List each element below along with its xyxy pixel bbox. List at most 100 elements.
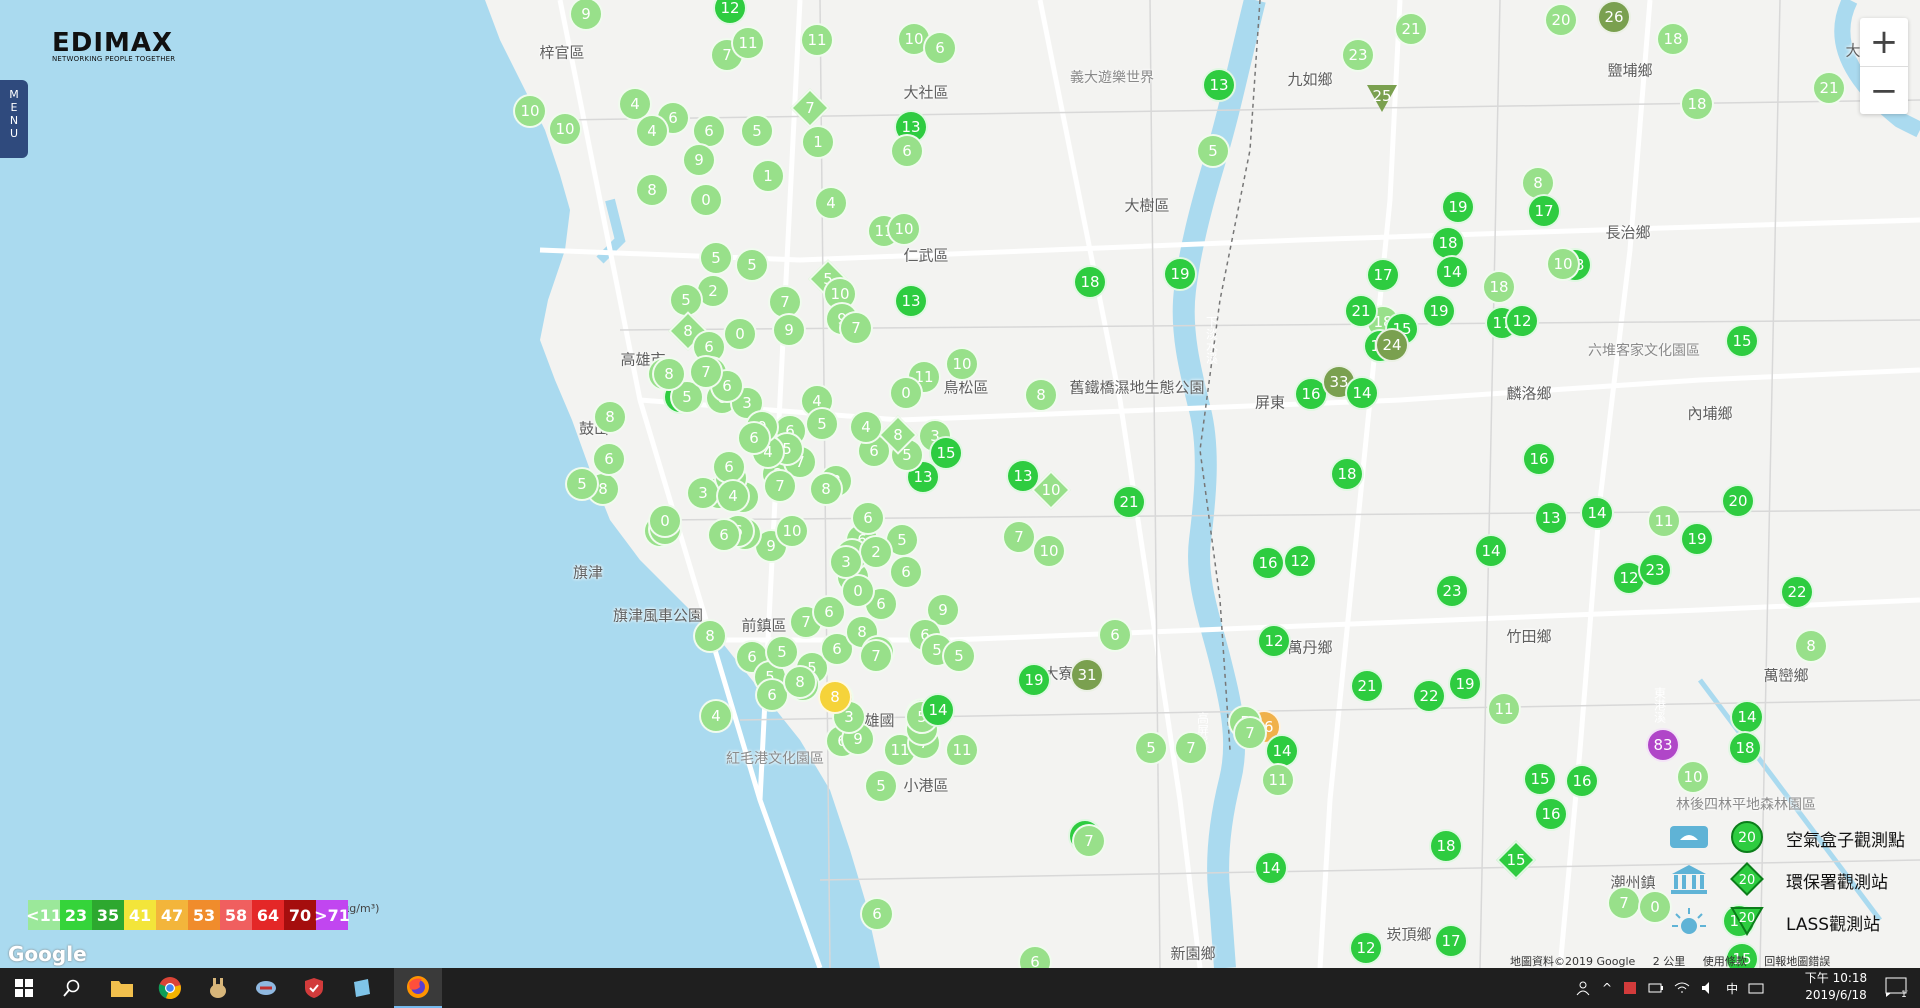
airbox-marker[interactable]: 5 — [765, 635, 799, 669]
airbox-marker[interactable]: 6 — [923, 31, 957, 65]
airbox-marker[interactable]: 8 — [809, 472, 843, 506]
tray-expand-icon[interactable]: ^ — [1602, 981, 1612, 995]
airbox-marker[interactable]: 7 — [1002, 520, 1036, 554]
airbox-marker[interactable]: 7 — [1072, 824, 1106, 858]
airbox-marker[interactable]: 8 — [635, 173, 669, 207]
airbox-marker[interactable]: 19 — [1680, 522, 1714, 556]
airbox-marker[interactable]: 17 — [1434, 924, 1468, 958]
airbox-marker[interactable]: 10 — [548, 112, 582, 146]
airbox-marker[interactable]: 12 — [1505, 304, 1539, 338]
airbox-marker[interactable]: 0 — [889, 376, 923, 410]
airbox-marker[interactable]: 14 — [1730, 700, 1764, 734]
airbox-marker[interactable]: 6 — [889, 555, 923, 589]
airbox-marker[interactable]: 5 — [1134, 731, 1168, 765]
airbox-marker[interactable]: 14 — [921, 693, 955, 727]
security-icon[interactable] — [1622, 980, 1638, 996]
airbox-marker[interactable]: 26 — [1597, 0, 1631, 34]
taskbar-file-explorer[interactable] — [98, 968, 146, 1008]
airbox-marker[interactable]: 10 — [887, 212, 921, 246]
airbox-marker[interactable]: 14 — [1580, 496, 1614, 530]
airbox-marker[interactable]: 5 — [864, 769, 898, 803]
airbox-marker[interactable]: 7 — [1233, 716, 1267, 750]
map-canvas[interactable]: 梓官區大社區義大遊樂世界九如鄉鹽埔鄉大路關仁武區大樹區長治鄉六堆客家文化園區高雄… — [0, 0, 1920, 968]
airbox-marker[interactable]: 11 — [945, 733, 979, 767]
airbox-marker[interactable]: 19 — [1448, 667, 1482, 701]
airbox-marker[interactable]: 4 — [849, 410, 883, 444]
airbox-marker[interactable]: 16 — [1565, 764, 1599, 798]
zoom-out-button[interactable]: − — [1860, 67, 1908, 115]
airbox-marker[interactable]: 18 — [1429, 829, 1463, 863]
airbox-marker[interactable]: 6 — [851, 501, 885, 535]
airbox-marker[interactable]: 83 — [1646, 728, 1680, 762]
airbox-marker[interactable]: 10 — [945, 347, 979, 381]
airbox-marker[interactable]: 5 — [699, 241, 733, 275]
airbox-marker[interactable]: 14 — [1435, 255, 1469, 289]
airbox-marker[interactable]: 14 — [1345, 376, 1379, 410]
airbox-marker[interactable]: 11 — [1261, 763, 1295, 797]
airbox-marker[interactable]: 9 — [682, 143, 716, 177]
airbox-marker[interactable]: 7 — [1174, 731, 1208, 765]
wifi-icon[interactable] — [1674, 980, 1690, 996]
airbox-marker[interactable]: 19 — [1163, 257, 1197, 291]
airbox-marker[interactable]: 20 — [1721, 484, 1755, 518]
airbox-marker[interactable]: 3 — [829, 545, 863, 579]
airbox-marker[interactable]: 4 — [716, 479, 750, 513]
airbox-marker[interactable]: 9 — [772, 313, 806, 347]
airbox-marker[interactable]: 5 — [1196, 134, 1230, 168]
airbox-marker[interactable]: 17 — [1366, 258, 1400, 292]
airbox-marker[interactable]: 11 — [1487, 692, 1521, 726]
airbox-marker[interactable]: 18 — [1482, 270, 1516, 304]
airbox-marker[interactable]: 0 — [841, 574, 875, 608]
airbox-marker[interactable]: 6 — [890, 134, 924, 168]
airbox-marker[interactable]: 16 — [1251, 546, 1285, 580]
airbox-marker[interactable]: 5 — [942, 639, 976, 673]
airbox-marker[interactable]: 8 — [1024, 378, 1058, 412]
lass-station-marker[interactable]: 25 — [1365, 83, 1399, 117]
airbox-marker[interactable]: 18 — [1728, 731, 1762, 765]
airbox-marker[interactable]: 7 — [763, 469, 797, 503]
epa-station-marker[interactable]: 10 — [1031, 470, 1071, 510]
airbox-marker[interactable]: 15 — [1523, 762, 1557, 796]
airbox-marker[interactable]: 14 — [1474, 534, 1508, 568]
airbox-marker[interactable]: 18 — [1330, 457, 1364, 491]
airbox-marker[interactable]: 22 — [1412, 679, 1446, 713]
taskbar-chrome[interactable] — [146, 968, 194, 1008]
airbox-marker[interactable]: 6 — [1098, 618, 1132, 652]
battery-icon[interactable] — [1648, 980, 1664, 996]
airbox-marker[interactable]: 7 — [689, 355, 723, 389]
taskbar-app-4[interactable] — [338, 968, 386, 1008]
airbox-marker[interactable]: 1 — [801, 125, 835, 159]
report-error-link[interactable]: 回報地圖錯誤 — [1764, 955, 1830, 968]
airbox-marker[interactable]: 4 — [635, 114, 669, 148]
airbox-marker[interactable]: 21 — [1112, 485, 1146, 519]
airbox-marker[interactable]: 14 — [1254, 851, 1288, 885]
airbox-marker[interactable]: 18 — [1656, 22, 1690, 56]
airbox-marker[interactable]: 6 — [860, 897, 894, 931]
airbox-marker[interactable]: 8 — [818, 680, 852, 714]
taskbar-app-1[interactable] — [194, 968, 242, 1008]
people-icon[interactable] — [1576, 980, 1592, 996]
airbox-marker[interactable]: 24 — [1375, 328, 1409, 362]
airbox-marker[interactable]: 7 — [839, 311, 873, 345]
airbox-marker[interactable]: 16 — [1534, 797, 1568, 831]
keyboard-icon[interactable] — [1748, 980, 1764, 996]
airbox-marker[interactable]: 18 — [1680, 87, 1714, 121]
start-button[interactable] — [0, 968, 48, 1008]
airbox-marker[interactable]: 5 — [735, 248, 769, 282]
airbox-marker[interactable]: 13 — [1202, 68, 1236, 102]
airbox-marker[interactable]: 8 — [652, 357, 686, 391]
airbox-marker[interactable]: 8 — [693, 619, 727, 653]
taskbar-firefox[interactable] — [394, 968, 442, 1008]
taskbar-app-3[interactable] — [290, 968, 338, 1008]
airbox-marker[interactable]: 11 — [1647, 504, 1681, 538]
airbox-marker[interactable]: 23 — [1341, 38, 1375, 72]
airbox-marker[interactable]: 1 — [751, 159, 785, 193]
airbox-marker[interactable]: 21 — [1394, 12, 1428, 46]
airbox-marker[interactable]: 19 — [1017, 663, 1051, 697]
airbox-marker[interactable]: 5 — [805, 407, 839, 441]
airbox-marker[interactable]: 4 — [699, 699, 733, 733]
airbox-marker[interactable]: 0 — [723, 317, 757, 351]
airbox-marker[interactable]: 5 — [565, 467, 599, 501]
epa-station-marker[interactable]: 8 — [878, 415, 918, 455]
airbox-marker[interactable]: 8 — [1794, 629, 1828, 663]
